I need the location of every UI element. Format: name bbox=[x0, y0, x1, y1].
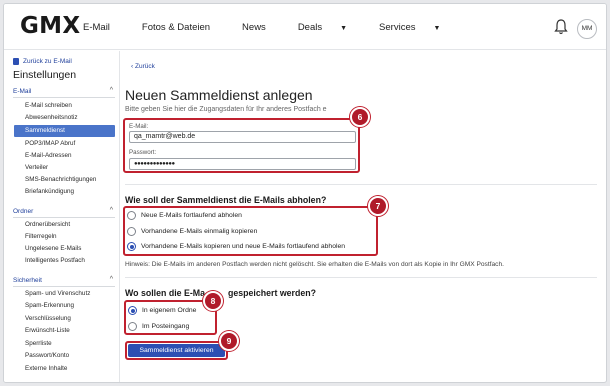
fetch-option-copy-and-continue[interactable]: Vorhandene E-Mails kopieren und neue E-M… bbox=[127, 242, 345, 251]
fetch-option-new[interactable]: Neue E-Mails fortlaufend abholen bbox=[127, 211, 242, 220]
divider bbox=[13, 217, 115, 218]
sidebar-item-erwuenscht-liste[interactable]: Erwünscht-Liste bbox=[14, 325, 115, 337]
chevron-up-icon: ^ bbox=[109, 207, 113, 214]
radio-button[interactable] bbox=[127, 227, 136, 236]
step-badge-9: 9 bbox=[219, 331, 239, 351]
sidebar-item-email-adressen[interactable]: E-Mail-Adressen bbox=[14, 150, 115, 162]
sidebar-item-passwort-konto[interactable]: Passwort/Konto bbox=[14, 350, 115, 362]
section-sicherheit-header[interactable]: Sicherheit ^ bbox=[13, 276, 113, 284]
main-nav: E-Mail Fotos & Dateien News Deals ▼ Servi… bbox=[83, 22, 472, 33]
nav-deals[interactable]: Deals ▼ bbox=[298, 22, 363, 33]
step-badge-8: 8 bbox=[203, 291, 223, 311]
page-subtitle: Bitte geben Sie hier die Zugangsdaten fü… bbox=[125, 106, 327, 113]
page-title: Neuen Sammeldienst anlegen bbox=[125, 87, 313, 103]
nav-fotos-dateien[interactable]: Fotos & Dateien bbox=[142, 22, 226, 33]
sidebar-item-ordneruebersicht[interactable]: Ordnerübersicht bbox=[14, 219, 115, 231]
sidebar-item-sammeldienst[interactable]: Sammeldienst bbox=[14, 125, 115, 137]
sidebar-item-pop3-imap[interactable]: POP3/IMAP Abruf bbox=[14, 138, 115, 150]
back-to-email-link[interactable]: Zurück zu E-Mail bbox=[13, 58, 72, 65]
sidebar-item-verschluesselung[interactable]: Verschlüsselung bbox=[14, 313, 115, 325]
radio-button-selected[interactable] bbox=[128, 306, 137, 315]
sidebar-item-intelligentes-postfach[interactable]: Intelligentes Postfach bbox=[14, 255, 115, 267]
chevron-down-icon: ▼ bbox=[433, 25, 441, 32]
sidebar-item-email-schreiben[interactable]: E-Mail schreiben bbox=[14, 100, 115, 112]
divider bbox=[125, 184, 597, 185]
avatar[interactable]: MM bbox=[577, 19, 597, 39]
credentials-highlight: E-Mail: qa_mamtr@web.de Passwort: ●●●●●●… bbox=[123, 118, 360, 173]
nav-services[interactable]: Services ▼ bbox=[379, 22, 456, 33]
submit-highlight: Sammeldienst aktivieren bbox=[125, 341, 228, 360]
store-option-inbox[interactable]: Im Posteingang bbox=[128, 322, 189, 331]
chevron-down-icon: ▼ bbox=[340, 25, 348, 32]
back-icon bbox=[13, 58, 19, 65]
nav-news[interactable]: News bbox=[242, 22, 282, 33]
sidebar-item-filterregeln[interactable]: Filterregeln bbox=[14, 231, 115, 243]
divider bbox=[13, 286, 115, 287]
sidebar-item-externe-inhalte[interactable]: Externe Inhalte bbox=[14, 363, 115, 375]
step-badge-6: 6 bbox=[350, 107, 370, 127]
sidebar-item-verteiler[interactable]: Verteiler bbox=[14, 162, 115, 174]
sidebar-item-sms[interactable]: SMS-Benachrichtigungen bbox=[14, 174, 115, 186]
chevron-up-icon: ^ bbox=[109, 87, 113, 94]
top-bar: GMX E-Mail Fotos & Dateien News Deals ▼ S… bbox=[4, 4, 606, 50]
sidebar-item-briefankuendigung[interactable]: Briefankündigung bbox=[14, 186, 115, 198]
nav-email[interactable]: E-Mail bbox=[83, 22, 126, 33]
chevron-up-icon: ^ bbox=[109, 276, 113, 283]
divider bbox=[125, 277, 597, 278]
sidebar-item-spam-virenschutz[interactable]: Spam- und Virenschutz bbox=[14, 288, 115, 300]
section-ordner-header[interactable]: Ordner ^ bbox=[13, 207, 113, 215]
password-label: Passwort: bbox=[129, 149, 157, 156]
store-option-own-folder[interactable]: In eigenem Ordne bbox=[128, 306, 196, 315]
sidebar-item-spam-erkennung[interactable]: Spam-Erkennung bbox=[14, 300, 115, 312]
back-link[interactable]: ‹ Zurück bbox=[131, 63, 155, 70]
fetch-option-copy-once[interactable]: Vorhandene E-Mails einmalig kopieren bbox=[127, 227, 257, 236]
sidebar-title: Einstellungen bbox=[13, 69, 77, 81]
sidebar-item-ungelesene[interactable]: Ungelesene E-Mails bbox=[14, 243, 115, 255]
gmx-logo[interactable]: GMX bbox=[20, 13, 80, 39]
sidebar-item-abwesenheitsnotiz[interactable]: Abwesenheitsnotiz bbox=[14, 112, 115, 124]
browser-frame: GMX E-Mail Fotos & Dateien News Deals ▼ S… bbox=[3, 3, 607, 383]
fetch-heading: Wie soll der Sammeldienst die E-Mails ab… bbox=[125, 195, 327, 205]
bell-icon[interactable] bbox=[554, 18, 568, 36]
section-email-header[interactable]: E-Mail ^ bbox=[13, 87, 113, 95]
hint-text: Hinweis: Die E-Mails im anderen Postfach… bbox=[125, 261, 504, 268]
radio-button-selected[interactable] bbox=[127, 242, 136, 251]
email-label: E-Mail: bbox=[129, 123, 149, 130]
step-badge-7: 7 bbox=[368, 196, 388, 216]
password-field[interactable]: ●●●●●●●●●●●●● bbox=[129, 158, 356, 170]
main-content: ‹ Zurück Neuen Sammeldienst anlegen Bitt… bbox=[121, 51, 606, 382]
email-field[interactable]: qa_mamtr@web.de bbox=[129, 131, 356, 143]
sidebar-item-sperrliste[interactable]: Sperrliste bbox=[14, 338, 115, 350]
activate-sammeldienst-button[interactable]: Sammeldienst aktivieren bbox=[128, 344, 225, 357]
settings-sidebar: Zurück zu E-Mail Einstellungen E-Mail ^ E… bbox=[4, 51, 120, 382]
radio-button[interactable] bbox=[127, 211, 136, 220]
fetch-options-highlight: Neue E-Mails fortlaufend abholen Vorhand… bbox=[123, 206, 378, 256]
divider bbox=[13, 97, 115, 98]
radio-button[interactable] bbox=[128, 322, 137, 331]
